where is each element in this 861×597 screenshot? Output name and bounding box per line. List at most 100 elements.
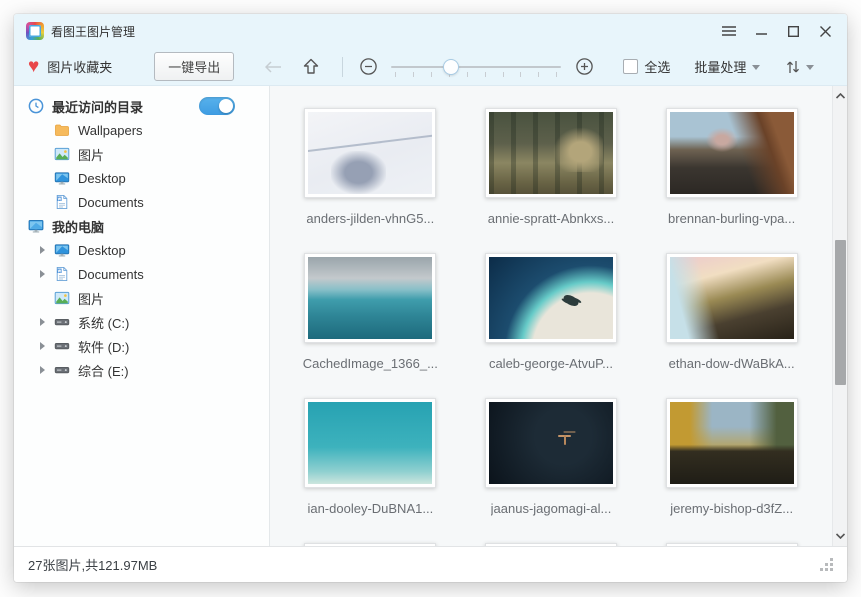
gallery-item[interactable]: CachedImage_1366_... — [295, 253, 445, 398]
vertical-scrollbar[interactable] — [832, 86, 847, 546]
sidebar-item-documents-recent[interactable]: Documents — [14, 190, 269, 214]
sidebar-item-label: 图片 — [78, 289, 104, 308]
gallery-item[interactable]: jaanus-jagomagi-al... — [476, 398, 626, 543]
home-button[interactable] — [296, 54, 326, 80]
sidebar-item-label: Wallpapers — [78, 123, 143, 138]
document-icon — [54, 194, 70, 210]
chevron-down-icon — [836, 533, 845, 539]
gallery-item[interactable]: brennan-burling-vpa... — [657, 108, 807, 253]
thumbnail-image — [308, 402, 432, 484]
sidebar-item-pictures[interactable]: 图片 — [14, 286, 269, 310]
menu-button[interactable] — [713, 18, 745, 44]
sidebar-item-desktop-recent[interactable]: Desktop — [14, 166, 269, 190]
folder-icon — [54, 122, 70, 138]
select-all-control[interactable]: 全选 — [623, 57, 670, 76]
expand-arrow-icon[interactable] — [40, 342, 45, 350]
zoom-in-button[interactable] — [571, 54, 597, 80]
slider-ticks — [395, 72, 557, 77]
gallery-item-partial[interactable] — [657, 543, 807, 546]
status-text: 27张图片,共121.97MB — [28, 555, 157, 574]
picture-icon — [54, 290, 70, 306]
thumbnail — [304, 108, 436, 198]
thumbnail — [666, 398, 798, 488]
sidebar-item-drive-d[interactable]: 软件 (D:) — [14, 334, 269, 358]
gallery-item[interactable]: ian-dooley-DuBNA1... — [295, 398, 445, 543]
thumbnail-image — [670, 402, 794, 484]
thumbnail-image — [308, 112, 432, 194]
maximize-button[interactable] — [777, 18, 809, 44]
favorites-label: 图片收藏夹 — [47, 57, 112, 76]
maximize-icon — [788, 26, 799, 37]
back-button[interactable] — [258, 54, 288, 80]
window-controls — [713, 14, 847, 48]
export-button[interactable]: 一键导出 — [154, 52, 234, 81]
document-icon — [54, 266, 70, 282]
thumbnail-image — [489, 112, 613, 194]
sidebar-item-label: Desktop — [78, 243, 126, 258]
gallery-item-name: jeremy-bishop-d3fZ... — [670, 501, 793, 516]
sidebar-item-desktop[interactable]: Desktop — [14, 238, 269, 262]
thumbnail — [304, 543, 436, 546]
thumbnail-grid: anders-jilden-vhnG5... annie-spratt-Abnk… — [270, 86, 832, 546]
toolbar-divider — [342, 57, 343, 77]
gallery-item-name: jaanus-jagomagi-al... — [491, 501, 612, 516]
gallery-item[interactable]: annie-spratt-Abnkxs... — [476, 108, 626, 253]
scrollbar-thumb[interactable] — [835, 240, 846, 385]
expand-arrow-icon[interactable] — [40, 366, 45, 374]
select-all-label: 全选 — [644, 57, 670, 76]
zoom-slider[interactable] — [391, 54, 561, 80]
slider-track[interactable] — [391, 66, 561, 68]
sidebar-item-drive-e[interactable]: 综合 (E:) — [14, 358, 269, 382]
sort-button[interactable] — [786, 59, 814, 75]
batch-process-label: 批量处理 — [694, 57, 746, 76]
gallery-item[interactable]: jeremy-bishop-d3fZ... — [657, 398, 807, 543]
sidebar-item-wallpapers[interactable]: Wallpapers — [14, 118, 269, 142]
gallery-item-name: anders-jilden-vhnG5... — [306, 211, 434, 226]
picture-icon — [54, 146, 70, 162]
expand-arrow-icon[interactable] — [40, 246, 45, 254]
gallery-item-name: annie-spratt-Abnkxs... — [488, 211, 614, 226]
sort-icon — [786, 59, 800, 75]
monitor-icon — [54, 170, 70, 186]
sidebar-recent-header[interactable]: 最近访问的目录 — [14, 94, 269, 118]
drive-icon — [54, 314, 70, 330]
hamburger-icon — [722, 26, 736, 36]
thumbnail — [304, 398, 436, 488]
select-all-checkbox[interactable] — [623, 59, 638, 74]
resize-grip[interactable] — [821, 559, 833, 571]
up-arrow-icon — [303, 58, 319, 75]
zoom-out-button[interactable] — [355, 54, 381, 80]
sidebar-item-label: Documents — [78, 195, 144, 210]
monitor-icon — [54, 242, 70, 258]
minimize-button[interactable] — [745, 18, 777, 44]
sidebar-item-documents[interactable]: Documents — [14, 262, 269, 286]
thumbnail — [485, 543, 617, 546]
close-button[interactable] — [809, 18, 841, 44]
expand-arrow-icon[interactable] — [40, 270, 45, 278]
sidebar-item-pictures-recent[interactable]: 图片 — [14, 142, 269, 166]
sidebar-item-label: 系统 (C:) — [78, 313, 129, 332]
folder-sidebar: 最近访问的目录 Wallpapers 图片 Desktop — [14, 86, 270, 546]
window-title: 看图王图片管理 — [51, 23, 135, 40]
heart-icon: ♥ — [28, 57, 39, 76]
gallery-item-partial[interactable] — [295, 543, 445, 546]
sidebar-item-label: Desktop — [78, 171, 126, 186]
expand-arrow-icon[interactable] — [40, 318, 45, 326]
gallery-item[interactable]: ethan-dow-dWaBkA... — [657, 253, 807, 398]
sidebar-item-drive-c[interactable]: 系统 (C:) — [14, 310, 269, 334]
scroll-down-button[interactable] — [833, 528, 847, 544]
batch-process-button[interactable]: 批量处理 — [694, 57, 760, 76]
scroll-up-button[interactable] — [833, 88, 847, 104]
chevron-down-icon — [752, 65, 760, 70]
gallery-item[interactable]: anders-jilden-vhnG5... — [295, 108, 445, 253]
sidebar-computer-header[interactable]: 我的电脑 — [14, 214, 269, 238]
gallery-item-partial[interactable] — [476, 543, 626, 546]
gallery-item[interactable]: caleb-george-AtvuP... — [476, 253, 626, 398]
recent-toggle-switch[interactable] — [199, 97, 235, 115]
thumbnail — [485, 108, 617, 198]
thumbnail — [666, 108, 798, 198]
gallery-panel: anders-jilden-vhnG5... annie-spratt-Abnk… — [270, 86, 847, 546]
slider-handle[interactable] — [443, 59, 459, 75]
gallery-item-name: ian-dooley-DuBNA1... — [307, 501, 433, 516]
drive-icon — [54, 362, 70, 378]
